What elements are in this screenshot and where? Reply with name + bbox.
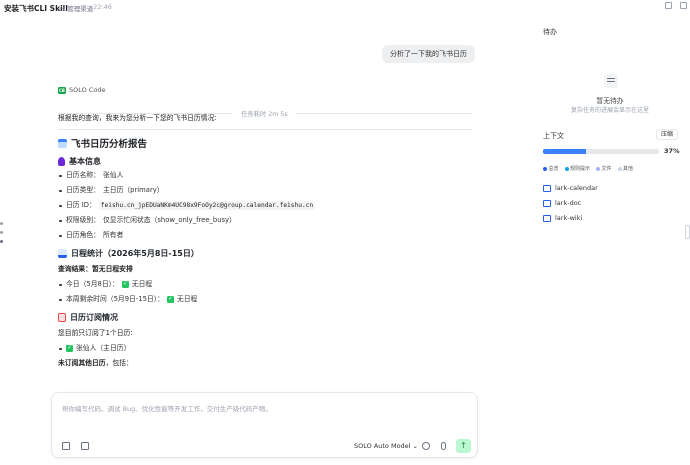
basic-info-list: 日历名称： 张仙人 日历类型： 主日历（primary） 日历 ID： feishu.… — [58, 171, 478, 240]
context-legend: 总览 规则提示 文件 其他 — [543, 165, 633, 172]
report-title: 飞书日历分析报告 — [58, 136, 478, 150]
session-time: · 22:46 — [89, 3, 112, 11]
chat-input[interactable]: 帮你编写代码、调试 Bug、优化性能等开发工作，交付生产级代码产物。 SOLO … — [51, 392, 478, 458]
person-icon — [58, 157, 65, 166]
skill-item-lark-calendar[interactable]: lark-calendar — [543, 184, 598, 192]
attach-file-icon[interactable] — [62, 442, 70, 450]
skill-item-lark-wiki[interactable]: lark-wiki — [543, 214, 582, 222]
stats-heading: 日程统计（2026年5月8日-15日） — [58, 248, 478, 259]
skill-book-icon — [543, 214, 551, 222]
check-icon: ✓ — [166, 296, 174, 303]
legend-item: 文件 — [596, 165, 612, 172]
todo-title: 待办 — [543, 28, 557, 36]
send-button[interactable]: ↑ — [456, 439, 471, 453]
list-item: 日历类型： 主日历（primary） — [58, 186, 478, 195]
context-usage-percent: 37% — [664, 147, 680, 155]
chat-mode-icon[interactable] — [422, 442, 430, 450]
check-icon: ✓ — [121, 281, 129, 288]
stats-list: 今日（5月8日）： ✓ 无日程 本周剩余时间（5月9日-15日）： ✓ 无日程 — [58, 280, 478, 304]
divider — [58, 129, 473, 130]
intro-text: 根据我的查询，我来为您分析一下您的飞书日历情况: — [58, 114, 217, 122]
skill-book-icon — [543, 199, 551, 207]
todo-empty-subtext: 复杂任务的进展会显示在这里 — [570, 107, 649, 114]
skill-book-icon — [543, 184, 551, 192]
todo-list-icon — [604, 74, 618, 88]
model-selector[interactable]: SOLO Auto Model ⌄ — [354, 442, 418, 450]
subscription-line: 您目前只订阅了1个日历: — [58, 329, 133, 337]
scroll-marker — [0, 240, 3, 243]
clipboard-icon — [58, 313, 66, 322]
agent-label: CB SOLO Code — [58, 86, 105, 94]
subscription-heading: 日历订阅情况 — [58, 312, 478, 323]
unsubscribed-line: 未订阅其他日历，包括： — [58, 359, 133, 367]
list-item: 日历角色： 所有者 — [58, 231, 478, 240]
list-item: 本周剩余时间（5月9日-15日）： ✓ 无日程 — [58, 295, 478, 304]
bar-chart-icon — [58, 249, 67, 258]
scroll-marker — [0, 222, 3, 225]
check-icon: ✓ — [66, 345, 73, 352]
stats-result: 查询结果：暂无日程安排 — [58, 265, 133, 273]
calendar-id-code: feishu.cn_jpEDUaNKm4UC98x9FoOy2c@group.c… — [98, 201, 316, 210]
right-sidebar: 待办 暂无待办 复杂任务的进展会显示在这里 上下文 压缩 37% 总览 规则提示… — [530, 14, 690, 465]
compress-button[interactable]: 压缩 — [656, 129, 678, 140]
input-placeholder: 帮你编写代码、调试 Bug、优化性能等开发工作，交付生产级代码产物。 — [62, 405, 272, 413]
context-usage-bar — [543, 149, 659, 154]
layout-panel-icon[interactable] — [665, 2, 672, 9]
agent-name: SOLO Code — [69, 86, 106, 94]
basic-info-heading: 基本信息 — [58, 156, 478, 167]
title-bar: 安装飞书CLI Skill ▭ 管理渠道 · 22:46 — [0, 0, 690, 14]
list-item: ✓ 张仙人（主日历） — [58, 344, 478, 353]
subscription-list: ✓ 张仙人（主日历） — [58, 344, 478, 353]
window-controls — [665, 2, 687, 9]
chat-panel: 分析了一下我的飞书日历 CB SOLO Code 任务耗时 2m 5s 根据我的… — [0, 14, 530, 465]
context-usage-fill — [543, 149, 586, 154]
context-title: 上下文 — [543, 132, 564, 140]
calendar-icon — [58, 138, 67, 148]
legend-item: 规则提示 — [564, 165, 590, 172]
list-item: 今日（5月8日）： ✓ 无日程 — [58, 280, 478, 289]
microphone-icon[interactable] — [441, 442, 446, 450]
list-item: 日历名称： 张仙人 — [58, 171, 478, 180]
sidebar-toggle-icon[interactable] — [680, 2, 687, 9]
solo-logo-icon: CB — [58, 86, 66, 94]
legend-item: 其他 — [617, 165, 633, 172]
user-message: 分析了一下我的飞书日历 — [382, 45, 475, 63]
image-upload-icon[interactable] — [81, 442, 89, 450]
collapse-handle[interactable] — [685, 225, 690, 239]
todo-empty-text: 暂无待办 — [596, 97, 624, 105]
list-item: 日历 ID： feishu.cn_jpEDUaNKm4UC98x9FoOy2c@g… — [58, 201, 478, 210]
legend-item: 总览 — [543, 165, 559, 172]
agent-response: 根据我的查询，我来为您分析一下您的飞书日历情况: 飞书日历分析报告 基本信息 日… — [58, 114, 478, 368]
skill-item-lark-doc[interactable]: lark-doc — [543, 199, 581, 207]
list-item: 权限级别： 仅显示忙闲状态（show_only_free_busy） — [58, 216, 478, 225]
scroll-marker — [0, 231, 3, 234]
